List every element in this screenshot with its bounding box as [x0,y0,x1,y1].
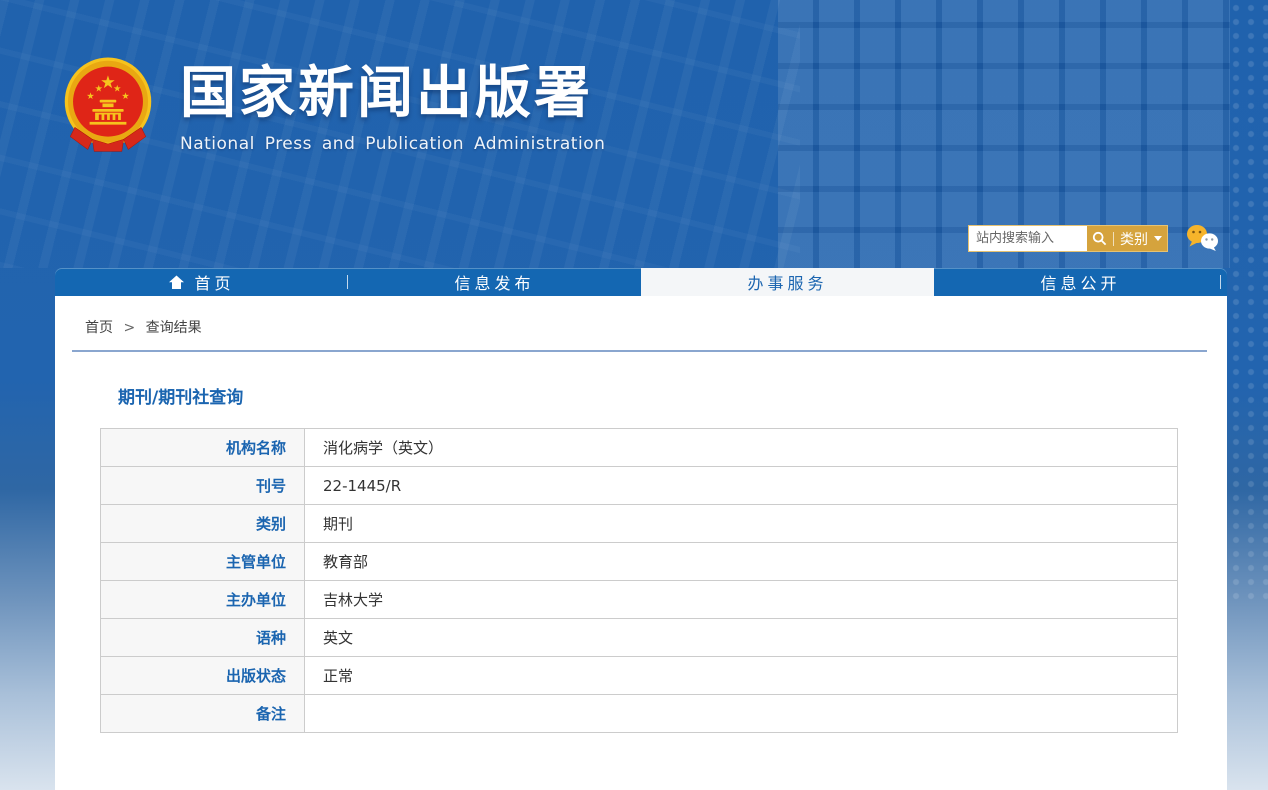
home-icon [168,275,185,290]
svg-text:★: ★ [113,84,121,95]
site-titles: 国家新闻出版署 National Press and Publication A… [180,52,606,155]
table-row: 主管单位 教育部 [100,542,1178,581]
magnifier-icon[interactable] [1092,231,1107,246]
row-label: 语种 [100,618,305,657]
row-value: 期刊 [304,504,1178,543]
nav-item-label: 信息发布 [454,274,535,293]
breadcrumb: 首页 > 查询结果 [72,296,1207,352]
page-title: 期刊/期刊社查询 [118,388,244,408]
site-search-bar: 类别 [968,225,1168,252]
table-row: 备注 [100,694,1178,733]
search-controls[interactable]: 类别 [1087,226,1167,251]
search-divider [1113,231,1114,246]
search-input[interactable] [969,226,1087,251]
site-subtitle: National Press and Publication Administr… [180,134,606,154]
wechat-icon[interactable] [1186,224,1220,252]
svg-text:★: ★ [95,84,103,95]
nav-item-label: 首页 [194,274,235,293]
svg-text:★: ★ [86,91,94,102]
row-label: 主办单位 [100,580,305,619]
row-value: 英文 [304,618,1178,657]
main-nav: 首页 信息发布 办事服务 信息公开 [55,268,1227,296]
row-label: 主管单位 [100,542,305,581]
row-value: 正常 [304,656,1178,695]
table-row: 语种 英文 [100,618,1178,657]
row-label: 刊号 [100,466,305,505]
site-header: ★ ★ ★ ★ ★ 国家新闻出版署 National Press and Pub… [62,52,605,166]
site-title: 国家新闻出版署 [180,61,593,126]
nav-item-services[interactable]: 办事服务 [641,268,934,296]
result-table: 机构名称 消化病学（英文） 刊号 22-1445/R 类别 期刊 主管单位 教育… [100,428,1178,733]
svg-text:★: ★ [121,91,129,102]
row-value: 吉林大学 [304,580,1178,619]
row-label: 机构名称 [100,428,305,467]
content-panel: 首页 > 查询结果 期刊/期刊社查询 机构名称 消化病学（英文） 刊号 22-1… [55,296,1227,790]
nav-item-info-release[interactable]: 信息发布 [348,268,641,296]
row-value [304,694,1178,733]
row-label: 备注 [100,694,305,733]
table-row: 机构名称 消化病学（英文） [100,428,1178,467]
nav-item-home[interactable]: 首页 [55,268,348,296]
table-row: 主办单位 吉林大学 [100,580,1178,619]
table-row: 刊号 22-1445/R [100,466,1178,505]
nav-item-label: 办事服务 [747,274,828,293]
category-dropdown[interactable]: 类别 [1120,229,1148,249]
table-row: 类别 期刊 [100,504,1178,543]
row-label: 出版状态 [100,656,305,695]
row-value: 22-1445/R [304,466,1178,505]
row-value: 教育部 [304,542,1178,581]
nav-item-info-disclosure[interactable]: 信息公开 [934,268,1227,296]
row-label: 类别 [100,504,305,543]
breadcrumb-separator: > [123,320,136,336]
row-value: 消化病学（英文） [304,428,1178,467]
nav-item-label: 信息公开 [1040,274,1121,293]
page: ★ ★ ★ ★ ★ 国家新闻出版署 National Press and Pub… [0,0,1268,790]
table-row: 出版状态 正常 [100,656,1178,695]
chevron-down-icon[interactable] [1154,236,1162,241]
binary-texture [1228,0,1268,600]
national-emblem-icon: ★ ★ ★ ★ ★ [62,52,154,166]
breadcrumb-current: 查询结果 [145,320,202,336]
breadcrumb-home[interactable]: 首页 [85,320,113,336]
